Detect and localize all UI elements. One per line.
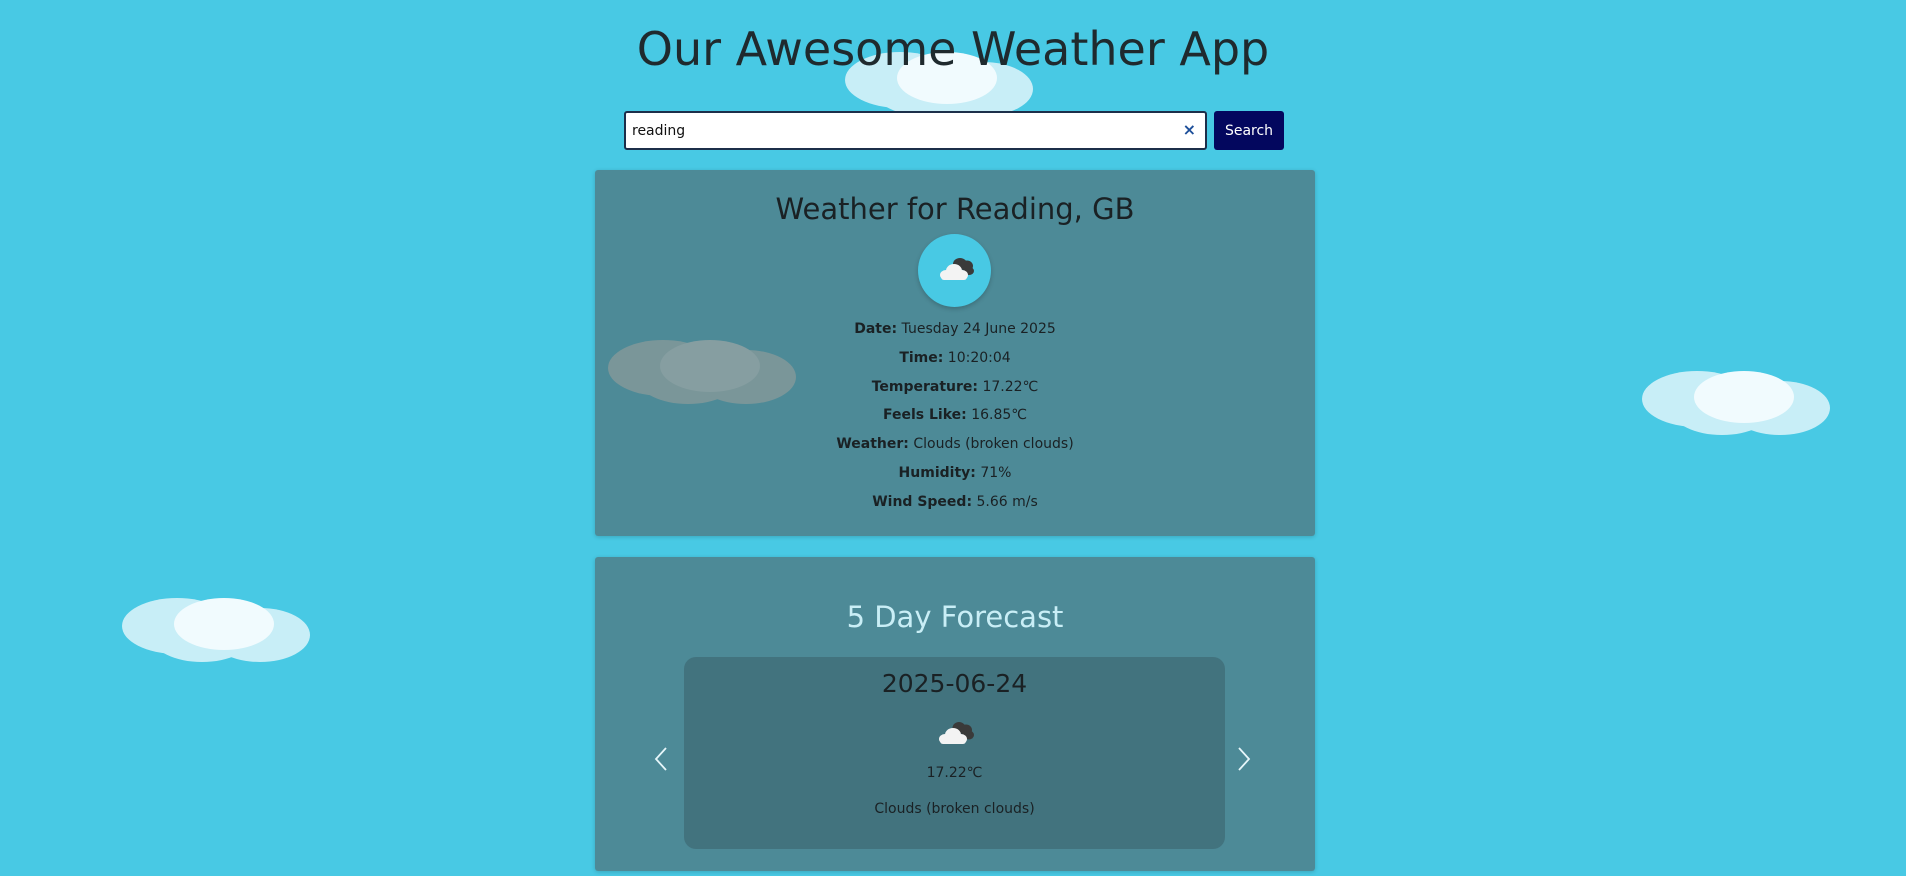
search-button[interactable]: Search xyxy=(1214,111,1284,150)
current-weather-heading: Weather for Reading, GB xyxy=(775,192,1135,226)
current-weather-card: Weather for Reading, GB Date: Tuesday 24… xyxy=(595,170,1315,536)
decorative-cloud xyxy=(1642,371,1842,441)
forecast-slide: 2025-06-24 17.22℃ Clouds (broken clouds) xyxy=(684,657,1225,849)
chevron-right-icon xyxy=(1238,747,1251,771)
carousel-next-button[interactable] xyxy=(1228,739,1258,779)
search-field: × xyxy=(624,111,1207,150)
forecast-card: 5 Day Forecast 2025-06-24 17.22℃ Clouds … xyxy=(595,557,1315,871)
weather-details: Date: Tuesday 24 June 2025 Time: 10:20:0… xyxy=(595,315,1315,517)
forecast-temperature: 17.22℃ xyxy=(926,765,983,781)
broken-clouds-icon xyxy=(940,258,974,280)
search-bar: × Search xyxy=(624,111,1284,150)
forecast-date: 2025-06-24 xyxy=(881,669,1028,698)
weather-icon-badge xyxy=(918,234,991,307)
detail-weather: Weather: Clouds (broken clouds) xyxy=(836,436,1074,453)
detail-temperature: Temperature: 17.22℃ xyxy=(871,378,1039,395)
detail-time: Time: 10:20:04 xyxy=(899,349,1011,366)
broken-clouds-icon xyxy=(939,722,974,744)
chevron-left-icon xyxy=(654,747,667,771)
forecast-heading: 5 Day Forecast xyxy=(846,600,1064,634)
search-input[interactable] xyxy=(632,118,1172,144)
decorative-cloud xyxy=(122,598,322,668)
clear-icon[interactable]: × xyxy=(1183,120,1196,140)
detail-date: Date: Tuesday 24 June 2025 xyxy=(854,321,1056,337)
detail-humidity: Humidity: 71% xyxy=(898,464,1012,481)
detail-wind-speed: Wind Speed: 5.66 m/s xyxy=(872,493,1038,510)
forecast-description: Clouds (broken clouds) xyxy=(874,801,1035,817)
detail-feels-like: Feels Like: 16.85℃ xyxy=(882,407,1027,424)
app-title: Our Awesome Weather App xyxy=(636,22,1270,76)
carousel-prev-button[interactable] xyxy=(647,739,677,779)
